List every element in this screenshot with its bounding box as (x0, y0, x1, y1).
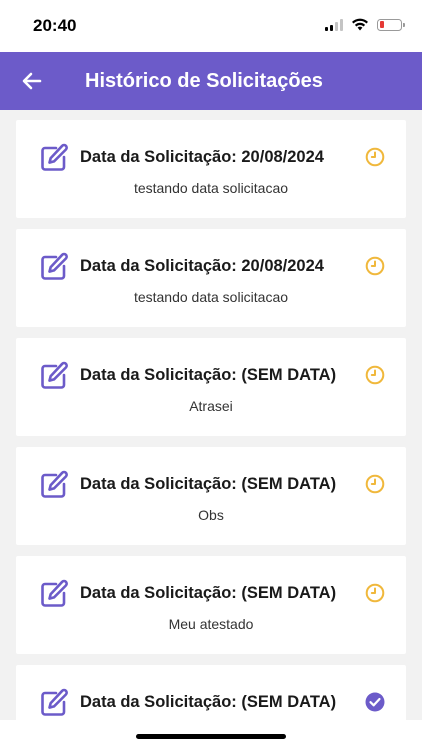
edit-icon[interactable] (39, 470, 69, 500)
edit-icon[interactable] (39, 143, 69, 173)
request-card[interactable]: Data da Solicitação: 20/08/2024 testando… (16, 229, 406, 327)
clock-icon (365, 256, 385, 276)
request-date-title: Data da Solicitação: 20/08/2024 (80, 148, 324, 166)
edit-icon[interactable] (39, 361, 69, 391)
clock-icon (365, 474, 385, 494)
wifi-icon (352, 18, 368, 31)
request-card[interactable]: Data da Solicitação: (SEM DATA) Obs (16, 447, 406, 545)
requests-list[interactable]: Data da Solicitação: 20/08/2024 testando… (0, 110, 422, 720)
request-note: Obs (198, 507, 224, 523)
request-date-title: Data da Solicitação: 20/08/2024 (80, 257, 324, 275)
cellular-signal-icon (325, 18, 343, 31)
check-circle-icon (365, 692, 385, 712)
edit-icon[interactable] (39, 688, 69, 718)
back-button[interactable] (17, 66, 47, 96)
clock-icon (365, 147, 385, 167)
request-date-title: Data da Solicitação: (SEM DATA) (80, 693, 337, 711)
page-title: Histórico de Solicitações (85, 69, 323, 92)
request-card[interactable]: Data da Solicitação: 20/08/2024 testando… (16, 120, 406, 218)
request-card[interactable]: Data da Solicitação: (SEM DATA) Meu ates… (16, 556, 406, 654)
clock-icon (365, 583, 385, 603)
home-bar (0, 720, 422, 750)
request-note: Atrasei (189, 398, 233, 414)
battery-icon (377, 18, 405, 31)
edit-icon[interactable] (39, 579, 69, 609)
arrow-left-icon (22, 72, 42, 90)
app-header: Histórico de Solicitações (0, 52, 422, 110)
status-icons (325, 18, 405, 31)
request-note: testando data solicitacao (133, 289, 289, 305)
request-date-title: Data da Solicitação: (SEM DATA) (80, 366, 337, 384)
request-note: testando data solicitacao (133, 180, 289, 196)
home-indicator[interactable] (136, 734, 286, 739)
request-card[interactable]: Data da Solicitação: (SEM DATA) (16, 665, 406, 720)
request-note: Meu atestado (168, 616, 254, 632)
status-time: 20:40 (33, 16, 77, 35)
request-date-title: Data da Solicitação: (SEM DATA) (80, 475, 337, 493)
clock-icon (365, 365, 385, 385)
edit-icon[interactable] (39, 252, 69, 282)
request-card[interactable]: Data da Solicitação: (SEM DATA) Atrasei (16, 338, 406, 436)
status-bar: 20:40 (0, 0, 422, 52)
request-date-title: Data da Solicitação: (SEM DATA) (80, 584, 337, 602)
